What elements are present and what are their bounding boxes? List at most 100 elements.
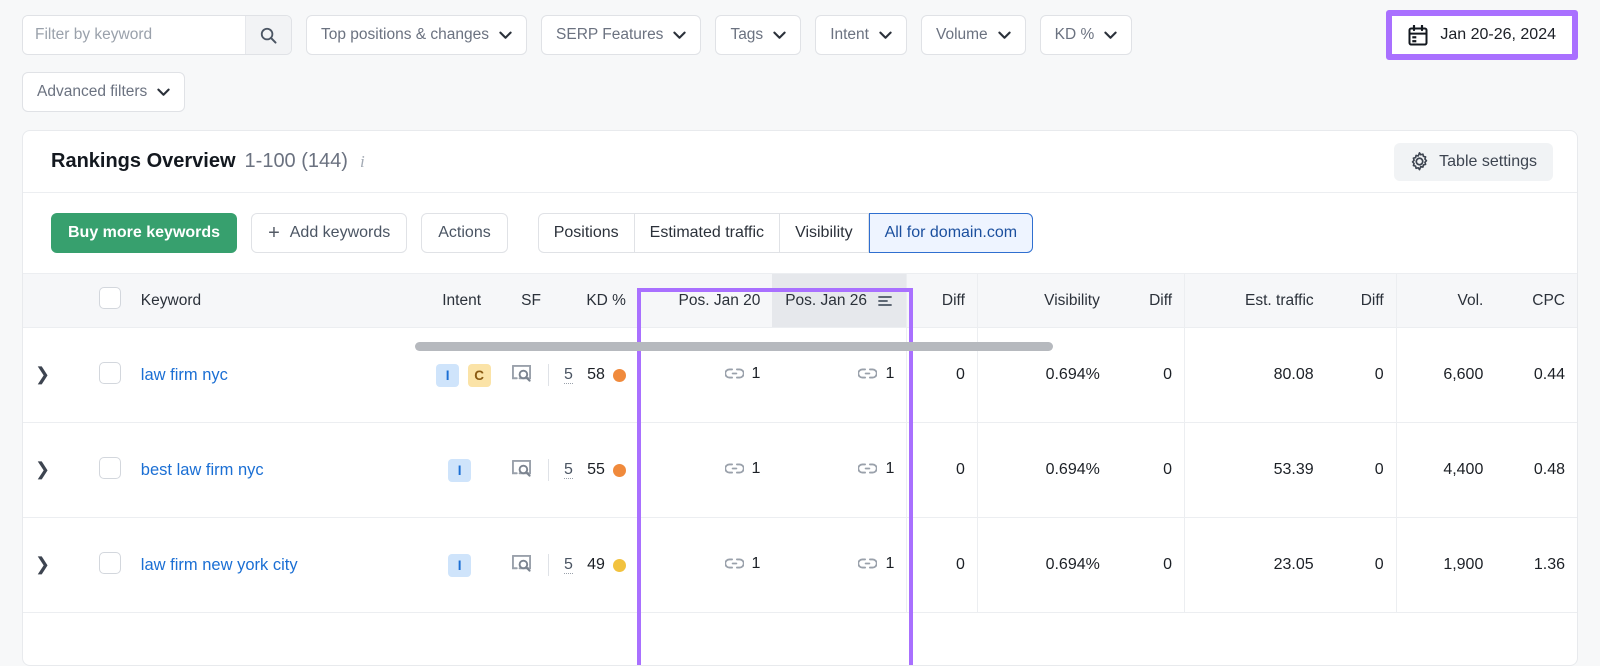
th-diff-traffic[interactable]: Diff: [1326, 274, 1397, 328]
th-volume[interactable]: Vol.: [1396, 274, 1495, 328]
th-cpc[interactable]: CPC: [1495, 274, 1577, 328]
add-keywords-label: Add keywords: [290, 224, 391, 242]
cell-volume: 1,900: [1396, 518, 1495, 613]
intent-badge-informational[interactable]: I: [436, 364, 459, 387]
table-horizontal-scrollbar[interactable]: [415, 342, 1053, 351]
th-sf[interactable]: SF: [499, 274, 563, 328]
kd-value: 58: [587, 366, 605, 384]
serp-feature-icon[interactable]: [511, 364, 532, 383]
cell-visibility: 0.694%: [977, 423, 1111, 518]
table-body: ❯ law firm nyc I C: [23, 328, 1577, 613]
row-checkbox[interactable]: [99, 457, 121, 479]
info-icon[interactable]: i: [360, 152, 365, 172]
row-checkbox[interactable]: [99, 362, 121, 384]
filter-tags-label: Tags: [730, 26, 763, 44]
serp-feature-icon[interactable]: [511, 554, 532, 573]
filter-volume[interactable]: Volume: [921, 15, 1026, 55]
table-settings-button[interactable]: Table settings: [1394, 143, 1553, 181]
sf-count[interactable]: 5: [564, 461, 573, 479]
cell-intent: I: [424, 518, 499, 613]
filter-top-positions[interactable]: Top positions & changes: [306, 15, 527, 55]
position-value: 1: [885, 365, 894, 383]
cell-kd: 49: [563, 518, 638, 613]
sf-count[interactable]: 5: [564, 556, 573, 574]
cell-est-traffic: 80.08: [1185, 328, 1326, 423]
link-icon: [725, 367, 744, 380]
filter-tags[interactable]: Tags: [715, 15, 801, 55]
advanced-filters-button[interactable]: Advanced filters: [22, 72, 185, 112]
sf-count[interactable]: 5: [564, 366, 573, 384]
tab-estimated-traffic[interactable]: Estimated traffic: [635, 213, 780, 253]
tab-positions[interactable]: Positions: [538, 213, 635, 253]
th-pos-jan-26[interactable]: Pos. Jan 26: [772, 274, 906, 328]
actions-button[interactable]: Actions: [421, 213, 507, 253]
th-expand-spacer: [23, 274, 87, 328]
chevron-down-icon: [773, 31, 786, 40]
filter-bar: Top positions & changes SERP Features Ta…: [0, 0, 1600, 112]
card-header: Rankings Overview 1-100 (144) i Table se…: [23, 131, 1577, 193]
filter-kd-label: KD %: [1055, 26, 1095, 44]
row-select-cell: [87, 328, 129, 423]
search-button[interactable]: [245, 16, 291, 54]
intent-badge-commercial[interactable]: C: [468, 364, 491, 387]
tab-visibility[interactable]: Visibility: [780, 213, 869, 253]
row-expand-cell: ❯: [23, 518, 87, 613]
th-est-traffic[interactable]: Est. traffic: [1185, 274, 1326, 328]
expand-row-icon[interactable]: ❯: [35, 554, 50, 574]
rankings-overview-card: Rankings Overview 1-100 (144) i Table se…: [22, 130, 1578, 666]
expand-row-icon[interactable]: ❯: [35, 459, 50, 479]
cell-keyword: law firm nyc: [129, 328, 424, 423]
th-kd[interactable]: KD %: [563, 274, 638, 328]
search-input[interactable]: [23, 16, 245, 54]
chevron-down-icon: [499, 31, 512, 40]
add-keywords-button[interactable]: + Add keywords: [251, 213, 407, 253]
cell-visibility: 0.694%: [977, 518, 1111, 613]
th-diff-position[interactable]: Diff: [907, 274, 978, 328]
chevron-down-icon: [673, 31, 686, 40]
position-value: 1: [885, 460, 894, 478]
table-settings-label: Table settings: [1439, 153, 1537, 171]
filter-kd[interactable]: KD %: [1040, 15, 1133, 55]
th-pos-jan-20[interactable]: Pos. Jan 20: [638, 274, 772, 328]
select-all-checkbox[interactable]: [99, 287, 121, 309]
th-visibility[interactable]: Visibility: [977, 274, 1111, 328]
link-icon: [858, 462, 877, 475]
buy-more-keywords-button[interactable]: Buy more keywords: [51, 213, 237, 253]
intent-badge-informational[interactable]: I: [448, 554, 471, 577]
table-row: ❯ law firm new york city I: [23, 518, 1577, 613]
filter-row-primary: Top positions & changes SERP Features Ta…: [22, 10, 1578, 60]
date-range-picker[interactable]: Jan 20-26, 2024: [1392, 16, 1572, 54]
row-expand-cell: ❯: [23, 423, 87, 518]
serp-feature-icon[interactable]: [511, 459, 532, 478]
filter-intent[interactable]: Intent: [815, 15, 907, 55]
th-intent[interactable]: Intent: [424, 274, 499, 328]
cell-est-traffic: 53.39: [1185, 423, 1326, 518]
th-select-all: [87, 274, 129, 328]
kd-value: 49: [587, 556, 605, 574]
chevron-down-icon: [1104, 31, 1117, 40]
keyword-link[interactable]: best law firm nyc: [141, 461, 264, 479]
calendar-icon: [1408, 25, 1428, 46]
position-value: 1: [752, 460, 761, 478]
expand-row-icon[interactable]: ❯: [35, 364, 50, 384]
row-select-cell: [87, 423, 129, 518]
cell-est-traffic: 23.05: [1185, 518, 1326, 613]
row-checkbox[interactable]: [99, 552, 121, 574]
th-keyword[interactable]: Keyword: [129, 274, 424, 328]
divider: [548, 364, 549, 386]
page-title: Rankings Overview: [51, 150, 236, 173]
th-diff-visibility[interactable]: Diff: [1112, 274, 1185, 328]
tab-all-for-domain[interactable]: All for domain.com: [869, 213, 1034, 253]
keyword-link[interactable]: law firm new york city: [141, 556, 298, 574]
intent-badge-informational[interactable]: I: [448, 459, 471, 482]
cell-pos-jan-20: 1: [638, 423, 772, 518]
link-icon: [858, 557, 877, 570]
cell-diff-position: 0: [907, 518, 978, 613]
keyword-link[interactable]: law firm nyc: [141, 366, 228, 384]
kd-difficulty-dot: [613, 464, 626, 477]
filter-row-secondary: Advanced filters: [22, 72, 1578, 112]
link-icon: [858, 367, 877, 380]
position-value: 1: [885, 555, 894, 573]
filter-serp-features[interactable]: SERP Features: [541, 15, 701, 55]
kd-difficulty-dot: [613, 559, 626, 572]
